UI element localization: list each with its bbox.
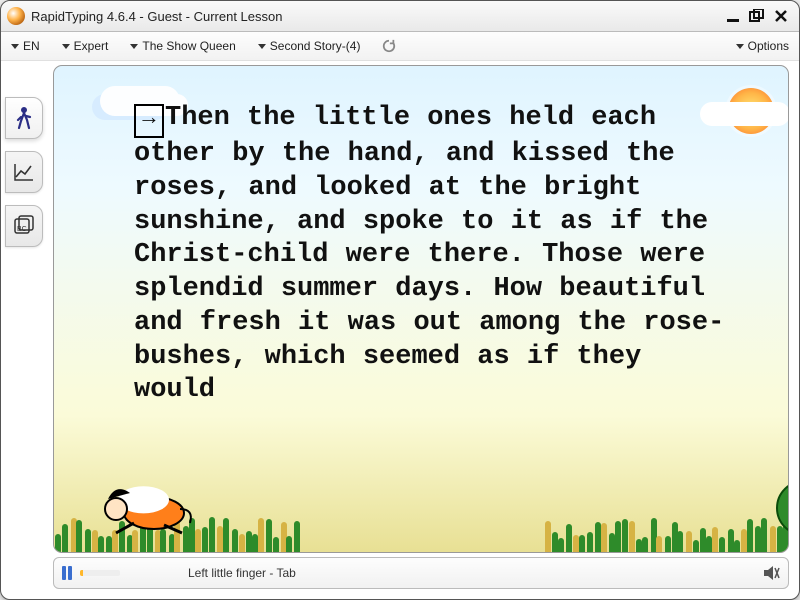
refresh-icon[interactable] bbox=[382, 39, 396, 53]
svg-text:BC: BC bbox=[17, 226, 27, 233]
chevron-down-icon bbox=[11, 44, 19, 49]
grass-decoration: for(let i=0;i<36;i++){document.write('<d… bbox=[544, 506, 789, 552]
app-icon bbox=[7, 7, 25, 25]
lesson-canvas: for(let i=0;i<36;i++){document.write('<d… bbox=[53, 65, 789, 553]
level-dropdown[interactable]: Expert bbox=[62, 39, 109, 53]
chevron-down-icon bbox=[258, 44, 266, 49]
chevron-down-icon bbox=[130, 44, 138, 49]
close-button[interactable] bbox=[769, 5, 793, 27]
sidebar: BC bbox=[1, 59, 47, 577]
tab-courses[interactable]: BC bbox=[5, 205, 43, 247]
toolbar: EN Expert The Show Queen Second Story-(4… bbox=[1, 32, 799, 61]
tab-stats[interactable] bbox=[5, 151, 43, 193]
lesson-text-body: Then the little ones held each other by … bbox=[134, 103, 724, 405]
lesson-cards-icon: BC bbox=[13, 215, 35, 237]
lesson-dropdown[interactable]: Second Story-(4) bbox=[258, 39, 361, 53]
chevron-down-icon bbox=[736, 44, 744, 49]
title-bar: RapidTyping 4.6.4 - Guest - Current Less… bbox=[1, 1, 799, 32]
typing-cursor: → bbox=[134, 104, 164, 138]
status-bar: Left little finger - Tab bbox=[53, 557, 789, 589]
app-window: RapidTyping 4.6.4 - Guest - Current Less… bbox=[0, 0, 800, 600]
options-dropdown[interactable]: Options bbox=[736, 39, 789, 53]
course-dropdown[interactable]: The Show Queen bbox=[130, 39, 235, 53]
sun-decoration bbox=[728, 88, 774, 134]
tab-lesson[interactable] bbox=[5, 97, 43, 139]
minimize-button[interactable] bbox=[721, 5, 745, 27]
language-dropdown[interactable]: EN bbox=[11, 39, 40, 53]
finger-hint: Left little finger - Tab bbox=[188, 566, 296, 580]
typing-text[interactable]: →Then the little ones held each other by… bbox=[134, 102, 728, 502]
window-title: RapidTyping 4.6.4 - Guest - Current Less… bbox=[31, 9, 282, 24]
chart-line-icon bbox=[13, 162, 35, 182]
maximize-button[interactable] bbox=[745, 5, 769, 27]
chevron-down-icon bbox=[62, 44, 70, 49]
person-walking-icon bbox=[15, 106, 33, 130]
progress-bar bbox=[80, 570, 120, 576]
mute-icon[interactable] bbox=[762, 564, 780, 582]
pause-button[interactable] bbox=[62, 566, 74, 580]
